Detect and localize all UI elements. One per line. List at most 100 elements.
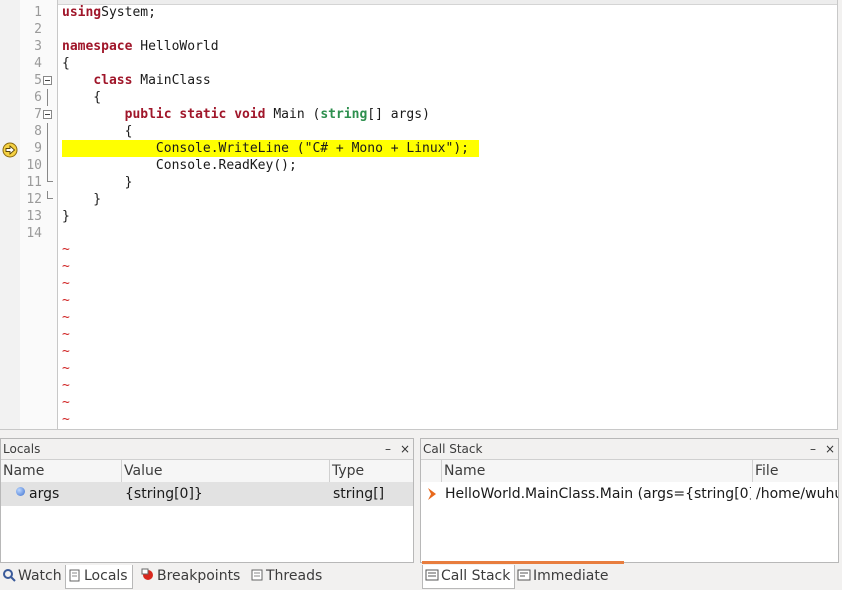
eof-tilde-marker: ~ [62,259,70,274]
fold-end-marker [47,174,53,182]
line-number: 2 [34,22,42,37]
call-stack-column-name[interactable]: Name [442,460,753,482]
fold-guide [47,123,49,140]
code-token: MainClass [132,73,211,88]
frame-file: /home/wuhu [756,486,839,502]
line-number: 14 [26,226,42,241]
code-token: Console.ReadKey(); [62,158,297,173]
locals-minimize-button[interactable]: – [385,440,391,458]
code-token: { [62,124,133,139]
locals-icon [69,569,80,582]
line-number: 4 [34,56,42,71]
tab-watch[interactable]: Watch [0,565,66,589]
call-stack-pad: Call Stack – × Name File HelloWorld.Main… [420,438,839,563]
eof-tilde-marker: ~ [62,412,70,427]
eof-tilde-marker: ~ [62,361,70,376]
locals-column-value[interactable]: Value [122,460,330,482]
eof-tilde-marker: ~ [62,242,70,257]
code-text: namespace HelloWorld [62,38,219,55]
code-line[interactable]: 13} [0,208,837,225]
code-line[interactable]: 8 { [0,123,837,140]
eof-tilde-marker: ~ [62,276,70,291]
code-token: System; [101,5,156,20]
keyword-token: public static void [124,107,266,122]
line-number: 5 [34,73,42,88]
current-frame-arrow-icon [428,488,436,500]
keyword-token: namespace [62,39,133,54]
line-number: 3 [34,39,42,54]
code-line[interactable]: 1 usingSystem; [0,4,837,21]
locals-pad-title: Locals [1,439,413,459]
code-line[interactable]: 3 namespace HelloWorld [0,38,837,55]
locals-column-type[interactable]: Type [330,460,413,482]
variable-icon [16,487,25,496]
code-token: { [62,56,70,71]
table-row[interactable]: args {string[0]} string[] [1,482,413,506]
local-type: string[] [333,486,385,502]
keyword-token: class [93,73,133,88]
line-number: 10 [26,158,42,173]
eof-tilde-marker: ~ [62,395,70,410]
code-line[interactable]: 6 { [0,89,837,106]
code-line[interactable]: 9 Console.WriteLine ("C# + Mono + Linux"… [0,140,837,157]
keyword-token: using [62,5,102,20]
locals-column-name[interactable]: Name [1,460,122,482]
code-line[interactable]: 12 } [0,191,837,208]
code-token: } [62,209,70,224]
call-stack-column-file[interactable]: File [753,460,838,482]
line-number: 12 [26,192,42,207]
fold-collapse-icon[interactable] [43,110,52,119]
code-token: } [62,192,102,207]
code-editor[interactable]: 1 usingSystem; 2 3 namespace HelloWorld 4{5 c… [0,0,838,430]
code-line[interactable]: 11 } [0,174,837,191]
code-token: Main ( [265,107,321,122]
line-number: 6 [34,90,42,105]
line-number: 7 [34,107,42,122]
tab-immediate[interactable]: Immediate [515,565,612,589]
table-row[interactable]: HelloWorld.MainClass.Main (args={string[… [421,482,838,506]
tab-call-stack[interactable]: Call Stack [422,565,516,589]
tab-locals[interactable]: Locals [65,565,133,589]
call-stack-close-button[interactable]: × [825,440,835,458]
eof-tilde-marker: ~ [62,378,70,393]
tab-threads[interactable]: Threads [248,565,326,589]
locals-pad: Locals – × Name Value Type args {string[… [0,438,414,563]
panel-focus-indicator [422,561,624,564]
code-token: } [62,175,133,190]
code-line[interactable]: 7 public static void Main (string[] args… [0,106,837,123]
eof-tilde-marker: ~ [62,293,70,308]
watch-magnifier-icon [3,569,16,582]
local-name: args [29,486,60,502]
threads-icon [251,569,263,581]
code-line[interactable]: 10 Console.ReadKey(); [0,157,837,174]
immediate-icon [517,569,531,581]
code-text: usingSystem; [62,4,156,21]
tab-watch-label: Watch [18,568,62,584]
fold-guide [47,157,49,174]
code-text: { [62,123,133,140]
locals-close-button[interactable]: × [400,440,410,458]
code-text: class MainClass [62,72,211,89]
code-text: } [62,174,133,191]
current-statement-arrow-icon [2,142,18,158]
code-line[interactable]: 14 [0,225,837,242]
code-text: public static void Main (string[] args) [62,106,430,123]
code-text: } [62,208,70,225]
tab-breakpoints[interactable]: Breakpoints [139,565,244,589]
code-line[interactable]: 5 class MainClass [0,72,837,89]
code-line[interactable]: 4{ [0,55,837,72]
fold-collapse-icon[interactable] [43,76,52,85]
fold-guide [47,140,49,157]
tab-call-stack-label: Call Stack [441,568,511,584]
tab-locals-label: Locals [84,568,128,584]
code-text: Console.ReadKey(); [62,157,297,174]
local-value[interactable]: {string[0]} [125,482,325,506]
code-line[interactable]: 2 [0,21,837,38]
code-text: Console.WriteLine ("C# + Mono + Linux"); [62,140,469,157]
code-text: { [62,89,101,106]
call-stack-pad-title: Call Stack [421,439,838,459]
call-stack-minimize-button[interactable]: – [810,440,816,458]
fold-guide [47,89,49,106]
tab-threads-label: Threads [266,568,323,584]
code-token: [] args) [367,107,430,122]
